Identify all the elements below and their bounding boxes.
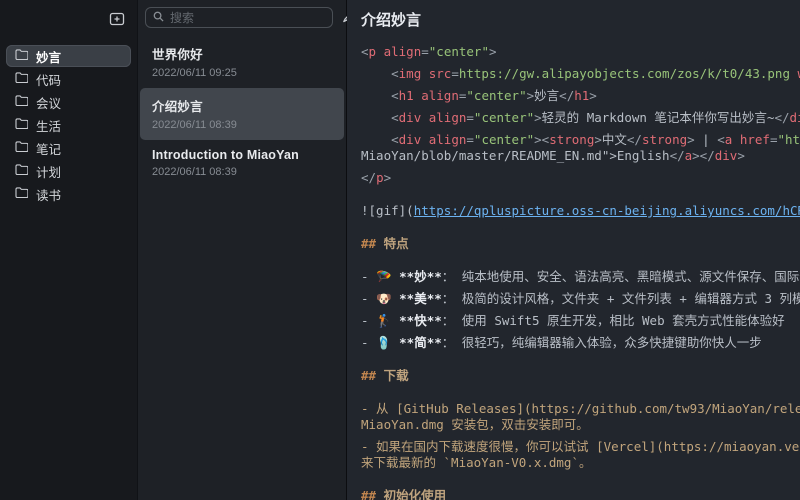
note-item-title: Introduction to MiaoYan	[152, 148, 332, 162]
note-item-date: 2022/06/11 09:25	[152, 67, 332, 79]
editor-line[interactable]: <img src=https://gw.alipayobjects.com/zo…	[361, 66, 800, 81]
editor-line[interactable]: 来下载最新的 `MiaoYan-V0.x.dmg`。	[361, 455, 800, 470]
editor-blank-line	[361, 258, 800, 269]
sidebar-folder-3[interactable]: 会议	[6, 91, 131, 113]
editor-line[interactable]: ## 初始化使用	[361, 488, 800, 500]
note-item-title: 世界你好	[152, 44, 332, 63]
sidebar-folder-1[interactable]: 妙言	[6, 45, 131, 67]
folder-icon	[15, 187, 28, 201]
folder-list: 妙言代码会议生活笔记计划读书	[6, 45, 131, 205]
editor-blank-line	[361, 192, 800, 203]
editor-line[interactable]: - 🐶 **美**： 极简的设计风格，文件夹 + 文件列表 + 编辑器方式 3 …	[361, 291, 800, 306]
folder-icon	[15, 164, 28, 178]
folder-icon	[15, 49, 28, 63]
folder-label: 计划	[36, 162, 61, 181]
search-box[interactable]	[145, 7, 333, 28]
notes-toolbar	[138, 0, 346, 36]
editor-line[interactable]: ![gif](https://qpluspicture.oss-cn-beiji…	[361, 203, 800, 218]
editor-line[interactable]: ## 下载	[361, 368, 800, 383]
editor-blank-line	[361, 390, 800, 401]
editor-line[interactable]: <p align="center">	[361, 44, 800, 59]
sidebar: 妙言代码会议生活笔记计划读书	[0, 0, 138, 500]
folder-label: 代码	[36, 70, 61, 89]
editor-line[interactable]: - 🏌 **快**： 使用 Swift5 原生开发，相比 Web 套壳方式性能体…	[361, 313, 800, 328]
sidebar-folder-4[interactable]: 生活	[6, 114, 131, 136]
search-input[interactable]	[170, 11, 325, 25]
folder-label: 会议	[36, 93, 61, 112]
editor-line[interactable]: </p>	[361, 170, 800, 185]
sidebar-folder-6[interactable]: 计划	[6, 160, 131, 182]
sidebar-folder-2[interactable]: 代码	[6, 68, 131, 90]
note-item-2[interactable]: 介绍妙言 2022/06/11 08:39	[140, 88, 344, 140]
folder-icon	[15, 141, 28, 155]
editor-line[interactable]: - 🪂 **妙**： 纯本地使用、安全、语法高亮、黑暗模式、源文件保存、国际化	[361, 269, 800, 284]
folder-label: 笔记	[36, 139, 61, 158]
note-title: 介绍妙言	[361, 9, 421, 30]
note-list: 世界你好 2022/06/11 09:25 介绍妙言 2022/06/11 08:39…	[138, 36, 346, 187]
note-item-title: 介绍妙言	[152, 96, 332, 115]
editor-blank-line	[361, 225, 800, 236]
editor-line[interactable]: <div align="center">轻灵的 Markdown 笔记本伴你写出…	[361, 110, 800, 125]
search-icon	[153, 9, 164, 27]
folder-label: 生活	[36, 116, 61, 135]
sidebar-toolbar	[6, 8, 131, 45]
editor-line[interactable]: - 🩴 **简**： 很轻巧，纯编辑器输入体验，众多快捷键助你快人一步	[361, 335, 800, 350]
folder-icon	[15, 95, 28, 109]
note-item-1[interactable]: 世界你好 2022/06/11 09:25	[140, 36, 344, 88]
folder-label: 读书	[36, 185, 61, 204]
editor-header: 介绍妙言	[347, 0, 800, 36]
editor-pane: 介绍妙言 <p align="center"> <img src=https:/…	[347, 0, 800, 500]
note-item-date: 2022/06/11 08:39	[152, 119, 332, 131]
editor-line[interactable]: <div align="center"><strong>中文</strong> …	[361, 132, 800, 147]
folder-label: 妙言	[36, 47, 61, 66]
folder-icon	[15, 72, 28, 86]
note-item-date: 2022/06/11 08:39	[152, 166, 332, 178]
notes-panel: 世界你好 2022/06/11 09:25 介绍妙言 2022/06/11 08:39…	[138, 0, 347, 500]
sidebar-folder-5[interactable]: 笔记	[6, 137, 131, 159]
folder-icon	[15, 118, 28, 132]
note-item-3[interactable]: Introduction to MiaoYan 2022/06/11 08:39	[140, 140, 344, 187]
editor-line[interactable]: ## 特点	[361, 236, 800, 251]
editor-line[interactable]: <h1 align="center">妙言</h1>	[361, 88, 800, 103]
editor-line[interactable]: - 从 [GitHub Releases](https://github.com…	[361, 401, 800, 416]
editor-line[interactable]: MiaoYan.dmg 安装包，双击安装即可。	[361, 417, 800, 432]
editor-line[interactable]: MiaoYan/blob/master/README_EN.md">Englis…	[361, 148, 800, 163]
add-folder-icon[interactable]	[109, 11, 125, 31]
sidebar-folder-7[interactable]: 读书	[6, 183, 131, 205]
editor-blank-line	[361, 357, 800, 368]
editor-blank-line	[361, 477, 800, 488]
editor-line[interactable]: - 如果在国内下载速度很慢，你可以试试 [Vercel](https://mia…	[361, 439, 800, 454]
editor-content[interactable]: <p align="center"> <img src=https://gw.a…	[347, 36, 800, 500]
